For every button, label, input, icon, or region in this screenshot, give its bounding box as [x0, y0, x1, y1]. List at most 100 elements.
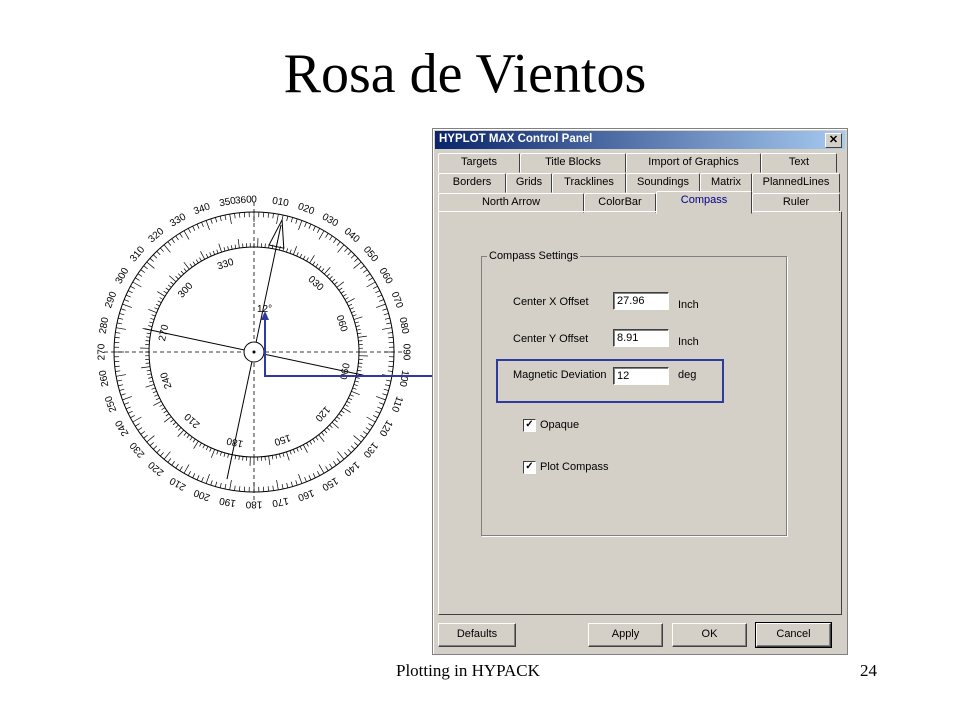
tab-tracklines[interactable]: Tracklines [552, 173, 626, 193]
inner-tick [353, 316, 363, 320]
defaults-button[interactable]: Defaults [438, 623, 516, 647]
outer-degree-label: 130 [360, 440, 379, 460]
ok-button[interactable]: OK [672, 623, 747, 647]
inner-tick [296, 447, 299, 452]
outer-tick [114, 365, 120, 367]
outer-tick [153, 445, 158, 450]
dialog-titlebar[interactable]: HYPLOT MAX Control Panel ✕ [435, 131, 845, 149]
inner-tick [170, 419, 174, 423]
outer-tick [122, 396, 132, 401]
cancel-button[interactable]: Cancel [755, 622, 832, 648]
outer-tick [363, 269, 368, 273]
outer-tick [384, 384, 390, 387]
inner-tick [149, 380, 154, 383]
outer-tick [124, 299, 129, 302]
outer-tick [146, 261, 155, 269]
center-y-input[interactable]: 8.91 [613, 329, 669, 347]
center-x-input[interactable]: 27.96 [613, 292, 669, 310]
outer-tick [229, 479, 232, 490]
tab-planned-lines[interactable]: PlannedLines [752, 173, 840, 193]
tab-grids[interactable]: Grids [506, 173, 552, 193]
tab-borders[interactable]: Borders [438, 173, 506, 193]
outer-tick [118, 384, 124, 387]
inner-tick [155, 303, 160, 307]
inner-tick [338, 287, 343, 291]
outer-tick [115, 370, 121, 372]
inner-tick [349, 394, 354, 397]
inner-tick [150, 317, 155, 320]
outer-tick [187, 471, 191, 476]
outer-tick [295, 480, 298, 486]
tab-targets[interactable]: Targets [438, 153, 520, 173]
tab-matrix[interactable]: Matrix [700, 173, 752, 193]
outer-tick [383, 313, 389, 316]
inner-degree-label: 150 [272, 432, 292, 448]
outer-degree-label: 140 [341, 459, 361, 478]
inner-tick [154, 394, 159, 397]
inner-tick [306, 257, 309, 262]
outer-tick [276, 214, 279, 225]
outer-tick [125, 406, 131, 410]
outer-tick [116, 327, 127, 330]
tab-ruler[interactable]: Ruler [752, 193, 840, 213]
inner-tick [286, 451, 290, 461]
tab-colorbar[interactable]: ColorBar [584, 193, 656, 213]
outer-tick [149, 442, 154, 446]
inner-tick [147, 373, 152, 376]
outer-degree-label: 050 [361, 244, 380, 264]
outer-tick [215, 481, 218, 487]
inner-tick [336, 281, 345, 288]
inner-tick [167, 284, 172, 288]
outer-tick [196, 223, 200, 229]
tab-title-blocks[interactable]: Title Blocks [520, 153, 626, 173]
inner-tick [216, 450, 219, 455]
inner-tick [351, 391, 360, 396]
inner-tick [209, 447, 212, 452]
inner-tick [169, 275, 177, 283]
outer-tick [163, 244, 171, 253]
outer-tick [119, 313, 125, 316]
outer-tick [175, 463, 179, 469]
inner-tick [349, 307, 354, 310]
inner-tick [189, 263, 193, 268]
inner-tick [315, 263, 319, 268]
outer-tick [119, 388, 125, 391]
inner-tick [175, 424, 179, 428]
outer-tick [281, 483, 284, 490]
tab-soundings[interactable]: Soundings [626, 173, 700, 193]
outer-tick [385, 322, 392, 325]
outer-tick [336, 458, 341, 463]
outer-degree-label: 330 [168, 211, 188, 229]
tab-compass[interactable]: Compass [656, 191, 752, 214]
outer-degree-label: 080 [397, 316, 411, 335]
outer-tick [122, 303, 132, 308]
tab-text[interactable]: Text [761, 153, 837, 173]
tab-north-arrow[interactable]: North Arrow [438, 193, 584, 213]
inner-tick [315, 436, 319, 441]
inner-tick [296, 252, 299, 257]
outer-tick [118, 317, 124, 320]
opaque-checkbox[interactable]: ✓ [523, 419, 536, 432]
outer-tick [312, 226, 316, 231]
close-icon[interactable]: ✕ [825, 133, 842, 148]
outer-tick [160, 452, 164, 457]
outer-tick [272, 213, 274, 219]
outer-tick [234, 213, 236, 219]
inner-tick [175, 276, 179, 280]
inner-tick [299, 253, 303, 258]
outer-degree-label: 120 [376, 418, 394, 438]
inner-tick [271, 455, 274, 460]
outer-tick [354, 258, 359, 262]
tab-import-of-graphics[interactable]: Import of Graphics [626, 153, 761, 173]
inner-tick [348, 397, 353, 401]
outer-tick [210, 480, 213, 486]
outer-tick [146, 435, 155, 443]
inner-tick [323, 267, 331, 275]
apply-button[interactable]: Apply [588, 623, 663, 647]
outer-tick [267, 212, 269, 218]
outer-tick [175, 235, 179, 241]
center-x-label: Center X Offset [513, 296, 589, 308]
plot-compass-checkbox[interactable]: ✓ [523, 461, 536, 474]
inner-tick [200, 251, 206, 260]
inner-tick [153, 400, 162, 406]
